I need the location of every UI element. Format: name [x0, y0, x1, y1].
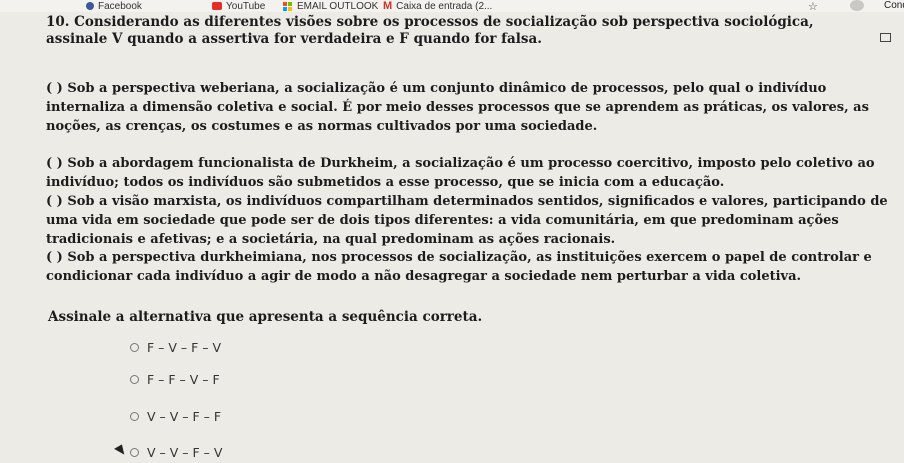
gmail-icon: M — [383, 0, 393, 12]
bookmark-label: Facebook — [98, 0, 142, 12]
option-label: F – V – F – V — [147, 340, 222, 355]
bookmark-label: EMAIL OUTLOOK — [297, 0, 379, 12]
facebook-icon — [86, 2, 94, 10]
option-4[interactable]: V – V – F – V — [130, 445, 222, 460]
window-icon[interactable] — [880, 33, 891, 42]
radio-button[interactable] — [130, 448, 139, 457]
bookmark-star-icon[interactable]: ☆ — [808, 0, 818, 13]
radio-button[interactable] — [130, 375, 139, 384]
statement-3: ( ) Sob a visão marxista, os indivíduos … — [46, 194, 888, 247]
bookmark-label: YouTube — [226, 0, 266, 12]
statement-1: ( ) Sob a perspectiva weberiana, a socia… — [46, 81, 869, 134]
bookmark-email-outlook[interactable]: EMAIL OUTLOOK — [283, 0, 378, 12]
youtube-icon — [212, 2, 222, 10]
statement-2: ( ) Sob a abordagem funcionalista de Dur… — [46, 156, 875, 190]
statement-4: ( ) Sob a perspectiva durkheimiana, nos … — [46, 250, 872, 284]
profile-label[interactable]: Cond — [884, 0, 904, 11]
bookmark-youtube[interactable]: YouTube — [212, 0, 265, 12]
bookmark-label: Caixa de entrada (2... — [396, 0, 493, 12]
radio-button[interactable] — [130, 412, 139, 421]
bookmark-facebook[interactable]: Facebook — [86, 0, 142, 12]
avatar[interactable] — [850, 0, 864, 11]
instruction: Assinale a alternativa que apresenta a s… — [48, 309, 483, 325]
option-label: V – V – F – V — [147, 445, 223, 460]
option-label: F – F – V – F — [147, 372, 220, 387]
option-1[interactable]: F – V – F – V — [130, 340, 221, 355]
option-3[interactable]: V – V – F – F — [130, 409, 221, 424]
radio-button[interactable] — [130, 343, 139, 352]
mouse-cursor-icon — [114, 444, 127, 458]
option-2[interactable]: F – F – V – F — [130, 372, 220, 387]
bookmarks-bar: Facebook YouTube EMAIL OUTLOOK M Caixa d… — [0, 0, 904, 13]
microsoft-icon — [283, 1, 293, 11]
option-label: V – V – F – F — [147, 409, 222, 424]
question-title: 10. Considerando as diferentes visões so… — [46, 14, 814, 47]
bookmark-gmail-inbox[interactable]: M Caixa de entrada (2... — [383, 0, 492, 12]
